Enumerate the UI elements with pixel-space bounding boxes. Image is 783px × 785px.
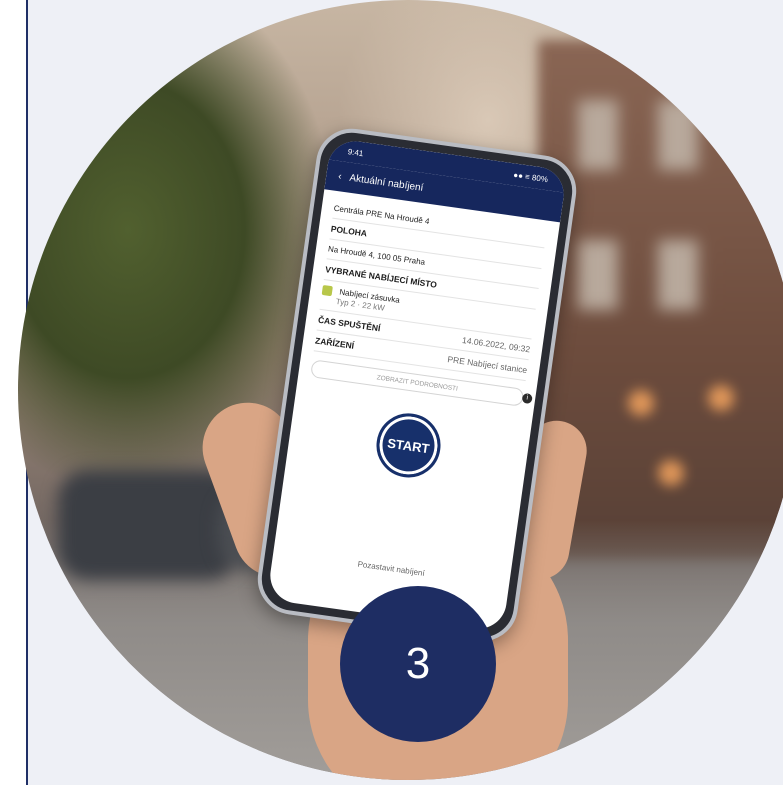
phone-screen: 9:41 ●● ≡ 80% ‹ Aktuální nabíjení Centrá… (266, 137, 568, 633)
info-icon[interactable]: i (521, 392, 533, 405)
blurred-car (58, 470, 238, 580)
device-label: ZAŘÍZENÍ (314, 335, 355, 351)
window (578, 240, 618, 310)
pill-text: ZOBRAZIT PODROBNOSTI (376, 373, 459, 393)
pause-link[interactable]: Pozastavit nabíjení (285, 549, 498, 588)
header-title: Aktuální nabíjení (348, 172, 425, 194)
start-button[interactable]: START (372, 409, 445, 482)
step-number-badge: 3 (340, 586, 496, 742)
street-light (658, 460, 684, 486)
app-content: Centrála PRE Na Hroudě 4 POLOHA Na Hroud… (272, 189, 560, 597)
status-time: 9:41 (347, 146, 364, 158)
start-time-label: ČAS SPUŠTĚNÍ (317, 314, 382, 334)
status-icons: ●● ≡ 80% (512, 169, 549, 184)
back-icon[interactable]: ‹ (338, 171, 343, 182)
window (658, 100, 698, 170)
window (658, 240, 698, 310)
charger-icon (321, 284, 333, 297)
window (578, 100, 618, 170)
street-light (628, 390, 654, 416)
start-wrap: START (298, 399, 519, 492)
street-light (708, 385, 734, 411)
